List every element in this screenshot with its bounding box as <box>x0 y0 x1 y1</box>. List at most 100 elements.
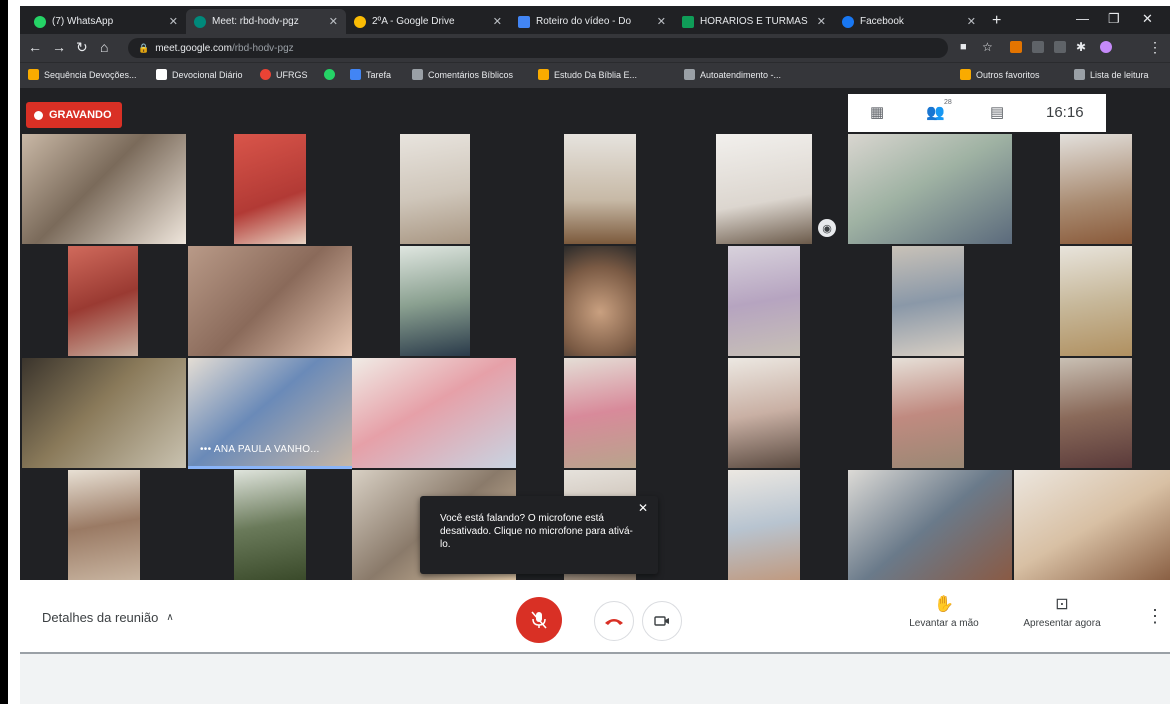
meeting-info-bar: ▦ 👥 28 ▤ 16:16 <box>848 94 1106 132</box>
menu-dots-icon[interactable]: ⋮ <box>1148 39 1162 56</box>
participant-tile[interactable] <box>400 134 470 244</box>
participant-tile[interactable] <box>564 246 636 356</box>
more-icon[interactable]: ⋮ <box>1146 606 1164 627</box>
close-icon[interactable]: ✕ <box>817 15 826 28</box>
bookmark-item[interactable] <box>324 69 340 80</box>
meeting-details-button[interactable]: Detalhes da reunião ∧ <box>42 610 174 625</box>
participant-tile[interactable] <box>1060 358 1132 468</box>
docs-icon <box>518 15 530 28</box>
reload-icon[interactable]: ↻ <box>76 39 88 56</box>
tab-whatsapp[interactable]: (7) WhatsApp ✕ <box>26 9 186 34</box>
bookmark-item[interactable]: Lista de leitura <box>1074 69 1149 80</box>
chat-icon[interactable]: ▤ <box>990 103 1004 121</box>
raise-hand-button[interactable]: ✋ Levantar a mão <box>900 594 988 629</box>
participant-tile[interactable] <box>728 358 800 468</box>
present-icon: ⊡ <box>1055 596 1069 613</box>
puzzle-icon[interactable]: ✱ <box>1076 40 1086 54</box>
participant-tile[interactable] <box>728 246 800 356</box>
star-icon[interactable]: ☆ <box>982 40 993 54</box>
participant-tile[interactable] <box>22 134 186 244</box>
participant-tile[interactable] <box>68 470 140 580</box>
bookmark-item[interactable]: Autoatendimento -... <box>684 69 781 80</box>
home-icon[interactable]: ⌂ <box>100 39 108 55</box>
hangup-button[interactable] <box>594 601 634 641</box>
bookmark-item[interactable]: UFRGS <box>260 69 308 80</box>
bookmark-item[interactable]: Comentários Bíblicos <box>412 69 513 80</box>
maximize-icon[interactable]: ❐ <box>1108 11 1120 27</box>
close-icon[interactable]: ✕ <box>657 15 666 28</box>
close-icon[interactable]: ✕ <box>329 15 338 28</box>
participant-tile[interactable] <box>892 246 964 356</box>
tab-facebook[interactable]: Facebook ✕ <box>834 9 984 34</box>
tab-meet[interactable]: Meet: rbd-hodv-pgz ✕ <box>186 9 346 34</box>
bookmark-label: Comentários Bíblicos <box>428 69 514 80</box>
close-icon[interactable]: ✕ <box>169 15 178 28</box>
tab-roteiro[interactable]: Roteiro do vídeo - Do ✕ <box>510 9 674 34</box>
chevron-up-icon: ∧ <box>166 612 174 623</box>
present-now-button[interactable]: ⊡ Apresentar agora <box>1012 594 1112 629</box>
record-dot-icon <box>34 110 43 120</box>
close-window-icon[interactable]: ✕ <box>1142 11 1153 27</box>
close-icon[interactable]: ✕ <box>638 502 648 515</box>
minimize-icon[interactable]: — <box>1076 11 1089 26</box>
tab-label: (7) WhatsApp <box>52 16 114 27</box>
participant-tile[interactable] <box>22 358 186 468</box>
participant-tile[interactable] <box>848 470 1012 580</box>
participant-tile[interactable] <box>352 358 516 468</box>
raise-hand-label: Levantar a mão <box>909 618 979 629</box>
participant-tile[interactable] <box>1060 134 1132 244</box>
new-tab-plus-icon[interactable]: + <box>992 12 1001 30</box>
participant-tile[interactable] <box>1014 470 1170 580</box>
grid-layout-icon[interactable]: ▦ <box>870 103 884 121</box>
participant-tile[interactable] <box>564 358 636 468</box>
close-icon[interactable]: ✕ <box>493 15 502 28</box>
bookmark-item[interactable]: Estudo Da Bíblia E... <box>538 69 637 80</box>
participant-tile[interactable] <box>68 246 138 356</box>
camera-toggle-button[interactable] <box>642 601 682 641</box>
participant-tile[interactable] <box>848 134 1012 244</box>
participant-name-tag: ••• ANA PAULA VANHO... <box>200 444 320 455</box>
participant-tile[interactable] <box>1060 246 1132 356</box>
pin-icon[interactable]: ◉ <box>818 219 836 237</box>
participant-tile[interactable] <box>564 134 636 244</box>
people-icon[interactable]: 👥 <box>926 103 945 121</box>
bookmark-label: Autoatendimento -... <box>700 69 782 80</box>
extension-icon[interactable] <box>1010 41 1022 53</box>
page-icon <box>156 69 167 80</box>
window-left-edge <box>0 0 8 704</box>
url-path: /rbd-hodv-pgz <box>231 42 294 54</box>
participant-tile[interactable] <box>234 470 306 580</box>
bookmark-item[interactable]: Devocional Diário <box>156 69 243 80</box>
extension-icon[interactable] <box>1054 41 1066 53</box>
participant-tile[interactable] <box>400 246 470 356</box>
tooltip-text: Você está falando? O microfone está desa… <box>440 513 633 550</box>
profile-avatar[interactable] <box>1100 41 1112 53</box>
close-icon[interactable]: ✕ <box>967 15 976 28</box>
recording-label: GRAVANDO <box>49 109 112 121</box>
meeting-clock: 16:16 <box>1046 104 1084 121</box>
page-icon <box>684 69 695 80</box>
camera-indicator-icon[interactable]: ■ <box>960 41 967 53</box>
speaking-indicator <box>188 466 352 469</box>
page-icon <box>412 69 423 80</box>
extension-icon[interactable] <box>1032 41 1044 53</box>
page-icon <box>538 69 549 80</box>
address-bar[interactable]: 🔒 meet.google.com /rbd-hodv-pgz <box>128 38 948 58</box>
hand-icon: ✋ <box>934 596 954 613</box>
mic-toggle-button[interactable] <box>516 597 562 643</box>
back-arrow-icon[interactable]: ← <box>28 39 42 55</box>
participant-tile[interactable] <box>892 358 964 468</box>
bookmark-label: Devocional Diário <box>172 69 243 80</box>
bookmark-item[interactable]: Sequência Devoções... <box>28 69 137 80</box>
forward-arrow-icon[interactable]: → <box>52 39 66 55</box>
tab-horarios[interactable]: HORÁRIOS E TURMAS ✕ <box>674 9 834 34</box>
tab-drive[interactable]: 2ºA - Google Drive ✕ <box>346 9 510 34</box>
participant-tile[interactable] <box>716 134 812 244</box>
participant-tile[interactable] <box>234 134 306 244</box>
meet-icon <box>194 15 206 28</box>
bookmark-item[interactable]: Tarefa <box>350 69 391 80</box>
participant-tile[interactable] <box>728 470 800 580</box>
participant-tile[interactable] <box>188 246 352 356</box>
bookmark-item[interactable]: Outros favoritos <box>960 69 1040 80</box>
bookmark-label: Sequência Devoções... <box>44 69 137 80</box>
